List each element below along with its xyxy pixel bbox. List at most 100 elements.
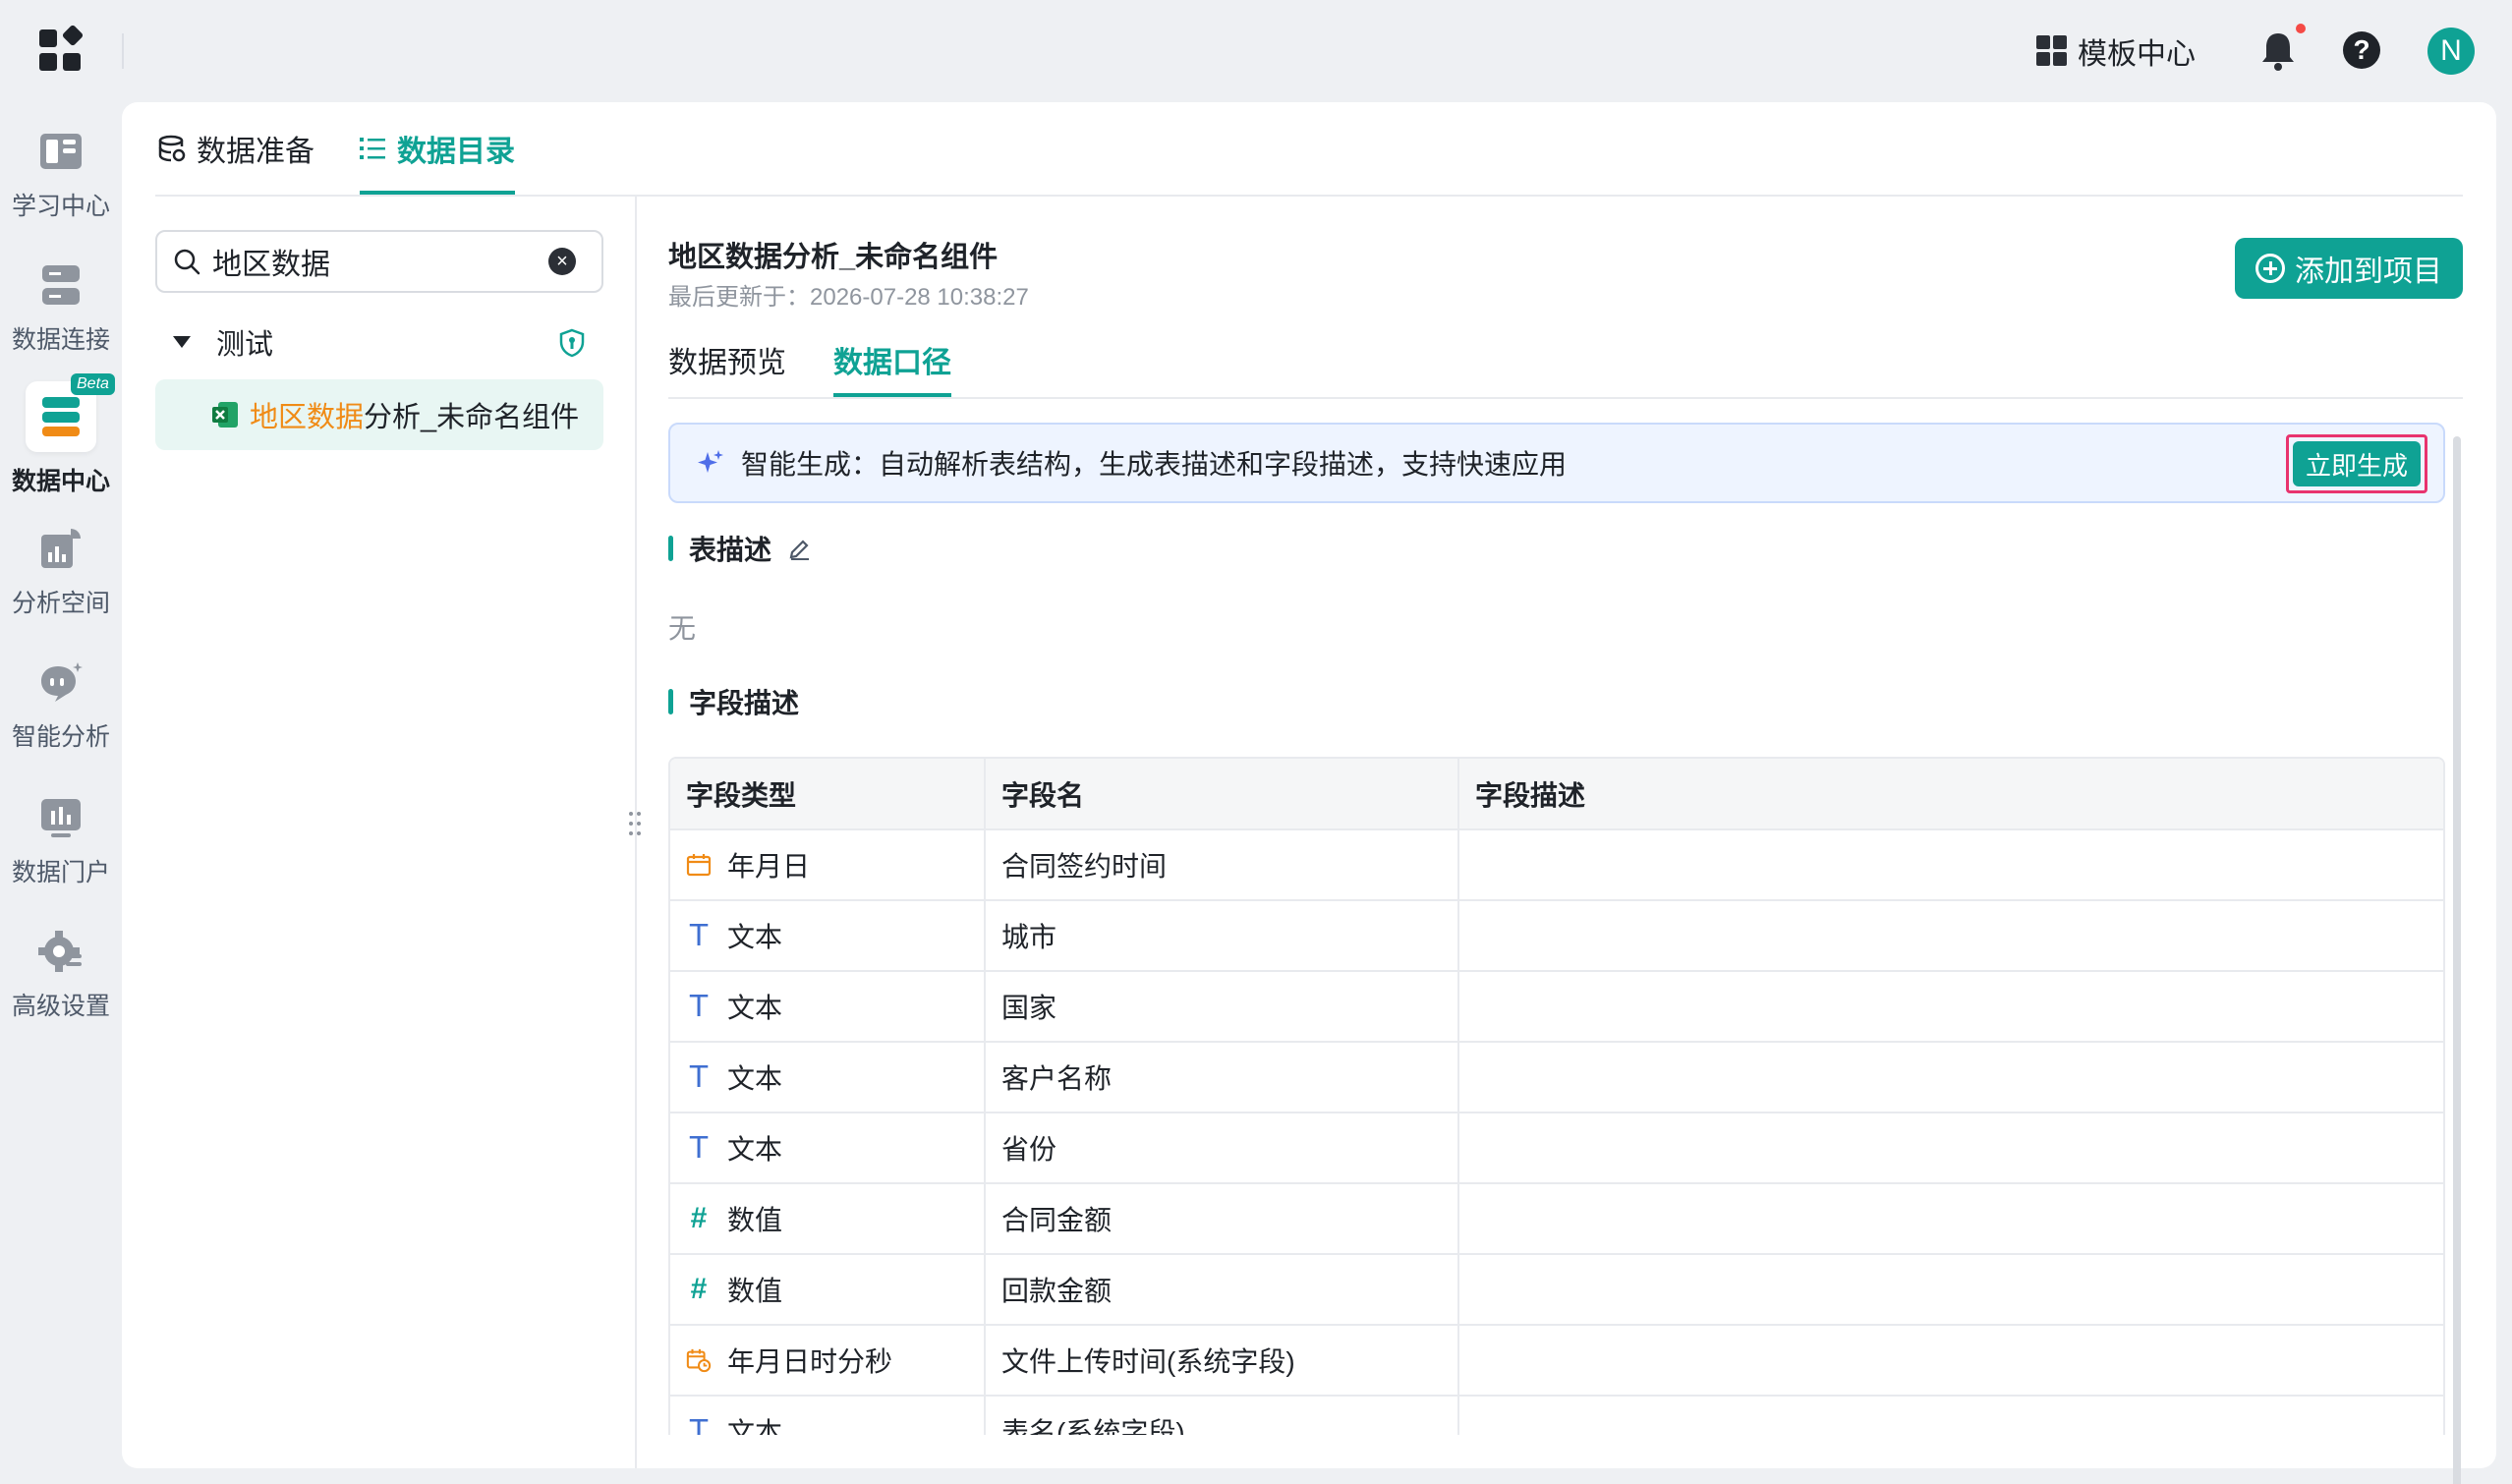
tab-data-prepare[interactable]: 数据准备 [157,102,314,195]
chart-icon [35,523,86,574]
section-title: 表描述 [689,535,772,565]
shield-icon [559,328,585,358]
search-icon [174,249,200,275]
calendar-icon [686,852,712,878]
search-input[interactable] [212,245,537,278]
top-bar: 模板中心 ? N [0,0,2512,102]
field-description-cell[interactable] [1458,1254,2443,1326]
field-description-cell[interactable] [1458,1183,2443,1255]
grid-icon [2036,35,2068,67]
tree-file-item[interactable]: 地区数据 分析_未命名组件 [155,379,603,450]
avatar[interactable]: N [2427,28,2475,75]
field-type-label: 文本 [727,922,783,952]
field-name-cell: 表名(系统字段) [985,1396,1459,1435]
table-row: 年月日时分秒 文件上传时间(系统字段) [670,1325,2443,1397]
database-icon [35,259,86,311]
field-type-label: 文本 [727,1417,783,1435]
field-type-cell: T 文本 [670,1396,986,1435]
text-type-icon: T [689,989,709,1024]
help-icon[interactable]: ? [2343,31,2380,69]
field-type-label: 年月日时分秒 [727,1346,893,1377]
number-type-icon: # [690,1273,708,1305]
field-name-cell: 回款金额 [985,1254,1459,1326]
beta-badge: Beta [71,373,115,395]
topbar-divider [122,33,124,69]
field-type-cell: # 数值 [670,1183,986,1255]
tab-data-catalog[interactable]: 数据目录 [360,102,515,195]
field-type-cell: T 文本 [670,1113,986,1184]
excel-file-icon [212,402,238,428]
field-type-cell: T 文本 [670,971,986,1043]
clear-icon[interactable]: × [548,248,576,275]
divider [668,397,2463,399]
ai-chat-icon [35,656,86,708]
field-type-cell: 年月日时分秒 [670,1325,986,1397]
tree-folder[interactable]: 测试 [155,313,603,371]
table-description-heading: 表描述 [668,529,813,568]
field-name-cell: 文件上传时间(系统字段) [985,1325,1459,1397]
add-to-project-button[interactable]: 添加到项目 [2235,238,2463,299]
generate-now-button[interactable]: 立即生成 [2293,441,2421,486]
book-icon [35,126,86,177]
calendar-clock-icon [686,1347,712,1373]
section-marker [668,536,673,561]
file-name-rest: 分析_未命名组件 [364,402,580,433]
tab-data-preview[interactable]: 数据预览 [668,322,786,397]
field-type-label: 文本 [727,1134,783,1165]
tab-label: 数据准备 [197,136,314,168]
nav-label: 智能分析 [11,723,110,751]
tab-data-definition[interactable]: 数据口径 [833,322,951,397]
field-description-cell[interactable] [1458,900,2443,972]
field-type-label: 数值 [727,1276,783,1306]
field-description-cell[interactable] [1458,971,2443,1043]
nav-item-data-portal[interactable]: 数据门户 [0,792,122,888]
last-updated-text: 最后更新于：2026-07-28 10:38:27 [668,284,1029,311]
tab-label: 数据目录 [397,136,515,168]
nav-label: 数据连接 [11,326,110,354]
nav-label: 学习中心 [11,193,110,220]
notification-dot [2296,24,2306,33]
caret-down-icon[interactable] [173,336,191,348]
resize-handle-icon[interactable] [627,812,645,839]
field-table: 字段类型 字段名 字段描述 年月日 合同签约时间 T 文本 城市 T 文本 国家 T 文本 客户名称… [668,757,2445,1435]
edit-icon[interactable] [787,536,813,561]
file-name-highlight: 地区数据 [250,402,365,433]
table-row: # 数值 合同金额 [670,1183,2443,1255]
nav-item-advanced-settings[interactable]: 高级设置 [0,926,122,1022]
table-header-row: 字段类型 字段名 字段描述 [670,759,2443,830]
folder-label: 测试 [216,329,274,361]
catalog-tree-panel: × 测试 地区数据分析_未命名组件 [155,197,635,1468]
field-description-cell[interactable] [1458,1042,2443,1113]
column-header: 字段名 [985,759,1459,830]
field-description-cell[interactable] [1458,1396,2443,1435]
table-row: T 文本 客户名称 [670,1042,2443,1113]
text-type-icon: T [689,1059,709,1095]
text-type-icon: T [689,918,709,953]
smart-generate-banner: 智能生成：自动解析表结构，生成表描述和字段描述，支持快速应用 立即生成 [668,423,2445,503]
table-row: # 数值 回款金额 [670,1254,2443,1326]
text-type-icon: T [689,1130,709,1166]
nav-item-smart-analysis[interactable]: 智能分析 [0,656,122,753]
field-name-cell: 合同金额 [985,1183,1459,1255]
field-name-cell: 省份 [985,1113,1459,1184]
smart-generate-text: 智能生成：自动解析表结构，生成表描述和字段描述，支持快速应用 [741,449,1568,480]
table-row: T 文本 城市 [670,900,2443,972]
plus-circle-icon [2255,254,2285,283]
field-description-cell[interactable] [1458,829,2443,901]
field-description-cell[interactable] [1458,1325,2443,1397]
nav-item-data-connection[interactable]: 数据连接 [0,259,122,356]
field-description-cell[interactable] [1458,1113,2443,1184]
main-card: 数据准备 数据目录 × 测试 [122,102,2496,1484]
scrollbar[interactable] [2453,436,2461,1484]
nav-item-analysis-space[interactable]: 分析空间 [0,523,122,619]
table-row: T 文本 国家 [670,971,2443,1043]
nav-label: 数据门户 [11,859,110,886]
app-switcher-icon[interactable] [39,24,85,73]
nav-item-learning-center[interactable]: 学习中心 [0,126,122,222]
nav-item-data-center[interactable]: 数据中心 [0,381,122,497]
template-center-button[interactable]: 模板中心 [2036,29,2196,73]
main-tabs: 数据准备 数据目录 [157,102,515,195]
nav-label: 高级设置 [11,993,110,1020]
search-box[interactable]: × [155,230,603,293]
notification-bell-icon[interactable] [2258,29,2298,73]
